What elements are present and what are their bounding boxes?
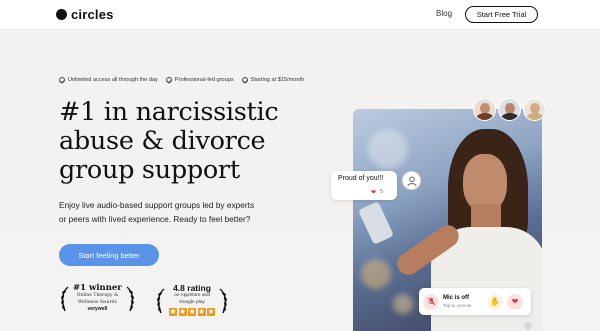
scroll-indicator[interactable] xyxy=(524,322,532,330)
feature-item: Unlimited access all through the day xyxy=(59,77,158,83)
laurel-left-icon xyxy=(60,286,70,312)
user-avatar xyxy=(402,171,421,190)
award-rating-text: 4.8 rating on AppStore and Google play xyxy=(169,283,215,316)
headline-line: abuse & divorce xyxy=(59,126,266,156)
logo-dot-icon xyxy=(56,9,67,20)
mic-off-button[interactable] xyxy=(423,293,439,310)
feature-label: Starting at $15/month xyxy=(250,77,305,83)
award-winner-text: #1 winner Online Therapy & Wellness Awar… xyxy=(73,283,122,313)
logo-text: circles xyxy=(71,7,114,22)
feature-label: Unlimited access all through the day xyxy=(68,77,158,83)
mic-status: Mic is off Tap to unmute xyxy=(443,295,483,309)
avatar xyxy=(473,98,496,121)
feature-item: Professional-led groups xyxy=(165,77,234,83)
laurel-left-icon xyxy=(156,287,166,314)
mic-status-title: Mic is off xyxy=(443,294,470,301)
top-navbar: circles Blog Start Free Trial xyxy=(0,0,600,30)
hero-headline: #1 in narcissistic abuse & divorce group… xyxy=(59,98,339,185)
award-subtitle: Online Therapy & xyxy=(76,293,119,298)
user-icon xyxy=(406,176,417,186)
feature-label: Professional-led groups xyxy=(174,77,234,83)
avatar xyxy=(523,98,546,121)
chat-message-bubble: Proud of you!!! ❤ 5 xyxy=(331,171,397,200)
group-avatars xyxy=(473,98,546,121)
description-line: or peers with lived experience. Ready to… xyxy=(59,214,251,224)
star-icon xyxy=(188,307,196,316)
description-line: Enjoy live audio-based support groups le… xyxy=(59,200,255,210)
chat-message-text: Proud of you!!! xyxy=(338,175,384,182)
logo[interactable]: circles xyxy=(56,7,114,22)
headline-line: group support xyxy=(59,155,240,185)
headline-line: #1 in narcissistic xyxy=(59,97,279,127)
phone-image xyxy=(358,201,394,245)
rating-subtitle: Google play xyxy=(179,300,205,305)
feature-item: Starting at $15/month xyxy=(241,77,305,83)
start-free-trial-button[interactable]: Start Free Trial xyxy=(465,6,538,23)
audio-controls: Mic is off Tap to unmute ✋ ❤ xyxy=(419,288,531,315)
reaction-count: 5 xyxy=(380,189,384,195)
avatar xyxy=(498,98,521,121)
rating-subtitle: on AppStore and xyxy=(174,293,210,298)
check-circle-icon xyxy=(59,77,65,83)
rating-title: 4.8 rating xyxy=(173,283,211,293)
raise-hand-button[interactable]: ✋ xyxy=(487,293,503,310)
star-icon xyxy=(178,307,187,316)
mic-status-subtitle: Tap to unmute xyxy=(443,302,472,308)
award-brand: verywell xyxy=(87,306,108,312)
award-rating-badge: 4.8 rating on AppStore and Google play xyxy=(156,283,228,316)
feature-list: Unlimited access all through the day Pro… xyxy=(59,77,304,83)
star-icon xyxy=(207,307,215,316)
check-circle-icon xyxy=(241,77,248,83)
award-title: #1 winner xyxy=(73,283,122,293)
hero-description: Enjoy live audio-based support groups le… xyxy=(59,198,294,226)
laurel-right-icon xyxy=(125,286,135,312)
check-circle-icon xyxy=(165,77,172,83)
nav-blog-link[interactable]: Blog xyxy=(436,9,452,18)
award-winner-badge: #1 winner Online Therapy & Wellness Awar… xyxy=(60,283,135,313)
hand-icon: ✋ xyxy=(490,297,500,306)
mic-off-icon xyxy=(427,297,435,306)
star-icon xyxy=(197,307,206,316)
heart-icon: ❤ xyxy=(371,190,377,196)
rating-stars xyxy=(169,307,215,316)
heart-reaction-button[interactable]: ❤ xyxy=(507,293,523,310)
heart-icon: ❤ xyxy=(511,297,519,306)
award-subtitle: Wellness Awards xyxy=(77,300,117,305)
start-feeling-better-button[interactable]: Start feeling better xyxy=(59,244,159,266)
laurel-right-icon xyxy=(218,287,228,314)
star-icon xyxy=(169,307,177,316)
